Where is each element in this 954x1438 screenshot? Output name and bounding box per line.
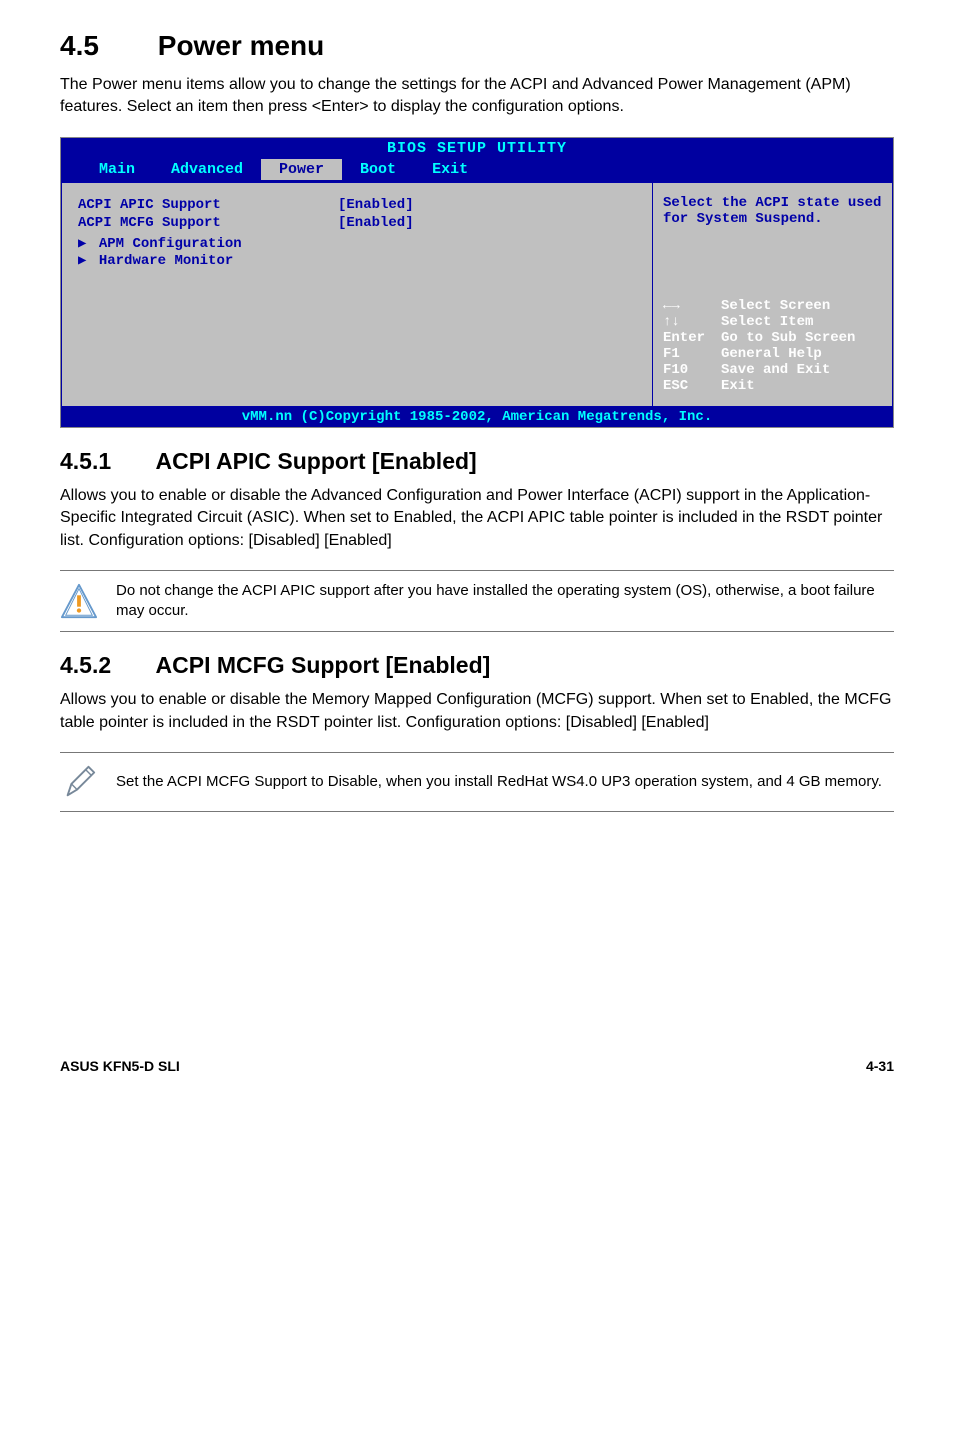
- note-text: Set the ACPI MCFG Support to Disable, wh…: [116, 772, 882, 792]
- submenu-label: Hardware Monitor: [99, 253, 233, 269]
- bios-row-acpi-mcfg[interactable]: ACPI MCFG Support [Enabled]: [78, 215, 636, 231]
- warning-text: Do not change the ACPI APIC support afte…: [116, 581, 894, 622]
- subsection-number: 4.5.2: [60, 652, 150, 679]
- footer-product: ASUS KFN5-D SLI: [60, 1058, 180, 1074]
- legend-value: Select Item: [721, 314, 813, 330]
- page-footer: ASUS KFN5-D SLI 4-31: [60, 1052, 894, 1074]
- bios-setup-screenshot: BIOS SETUP UTILITY Main Advanced Power B…: [60, 137, 894, 428]
- submenu-label: APM Configuration: [99, 236, 242, 252]
- legend-key: ←→: [663, 298, 721, 314]
- subsection-451-body: Allows you to enable or disable the Adva…: [60, 485, 894, 552]
- arrow-right-icon: ▶: [78, 236, 86, 252]
- page-title: 4.5 Power menu: [60, 30, 894, 62]
- subsection-number: 4.5.1: [60, 448, 150, 475]
- bios-help-text: Select the ACPI state used for System Su…: [663, 195, 882, 227]
- legend-value: Select Screen: [721, 298, 830, 314]
- row-label: ACPI APIC Support: [78, 197, 338, 213]
- row-value: [Enabled]: [338, 215, 414, 231]
- bios-right-pane: Select the ACPI state used for System Su…: [653, 182, 893, 407]
- bios-legend: ←→ Select Screen ↑↓ Select Item Enter Go…: [663, 298, 882, 394]
- legend-value: Exit: [721, 378, 755, 394]
- subsection-title: ACPI APIC Support [Enabled]: [156, 448, 477, 474]
- legend-key: F1: [663, 346, 721, 362]
- tab-boot[interactable]: Boot: [342, 159, 414, 180]
- note-callout: Set the ACPI MCFG Support to Disable, wh…: [60, 752, 894, 812]
- warning-icon: [60, 581, 116, 621]
- heading-number: 4.5: [60, 30, 150, 62]
- row-label: ACPI MCFG Support: [78, 215, 338, 231]
- footer-page-number: 4-31: [866, 1058, 894, 1074]
- tab-power[interactable]: Power: [261, 159, 342, 180]
- subsection-title: ACPI MCFG Support [Enabled]: [156, 652, 491, 678]
- legend-row: F1 General Help: [663, 346, 882, 362]
- bios-body: ACPI APIC Support [Enabled] ACPI MCFG Su…: [61, 182, 893, 407]
- subsection-452-heading: 4.5.2 ACPI MCFG Support [Enabled]: [60, 652, 894, 679]
- legend-value: Go to Sub Screen: [721, 330, 855, 346]
- bios-footer: vMM.nn (C)Copyright 1985-2002, American …: [61, 407, 893, 427]
- legend-row: ←→ Select Screen: [663, 298, 882, 314]
- tab-main[interactable]: Main: [81, 159, 153, 180]
- subsection-451-heading: 4.5.1 ACPI APIC Support [Enabled]: [60, 448, 894, 475]
- intro-paragraph: The Power menu items allow you to change…: [60, 74, 894, 119]
- legend-row: ESC Exit: [663, 378, 882, 394]
- bios-submenu-group: ▶ APM Configuration ▶ Hardware Monitor: [78, 235, 636, 269]
- legend-value: Save and Exit: [721, 362, 830, 378]
- subsection-452-body: Allows you to enable or disable the Memo…: [60, 689, 894, 734]
- pencil-icon: [60, 763, 116, 801]
- legend-row: ↑↓ Select Item: [663, 314, 882, 330]
- heading-text: Power menu: [158, 30, 324, 61]
- legend-row: Enter Go to Sub Screen: [663, 330, 882, 346]
- legend-row: F10 Save and Exit: [663, 362, 882, 378]
- submenu-hardware-monitor[interactable]: ▶ Hardware Monitor: [78, 252, 636, 269]
- legend-key: Enter: [663, 330, 721, 346]
- bios-row-acpi-apic[interactable]: ACPI APIC Support [Enabled]: [78, 197, 636, 213]
- legend-key: ESC: [663, 378, 721, 394]
- legend-value: General Help: [721, 346, 822, 362]
- legend-key: F10: [663, 362, 721, 378]
- bios-tabs: Main Advanced Power Boot Exit: [61, 159, 893, 182]
- bios-header: BIOS SETUP UTILITY Main Advanced Power B…: [61, 138, 893, 182]
- legend-key: ↑↓: [663, 314, 721, 330]
- tab-advanced[interactable]: Advanced: [153, 159, 261, 180]
- warning-callout: Do not change the ACPI APIC support afte…: [60, 570, 894, 633]
- row-value: [Enabled]: [338, 197, 414, 213]
- arrow-right-icon: ▶: [78, 253, 86, 269]
- bios-title: BIOS SETUP UTILITY: [61, 138, 893, 159]
- tab-exit[interactable]: Exit: [414, 159, 486, 180]
- bios-left-pane: ACPI APIC Support [Enabled] ACPI MCFG Su…: [61, 182, 653, 407]
- submenu-apm[interactable]: ▶ APM Configuration: [78, 235, 636, 252]
